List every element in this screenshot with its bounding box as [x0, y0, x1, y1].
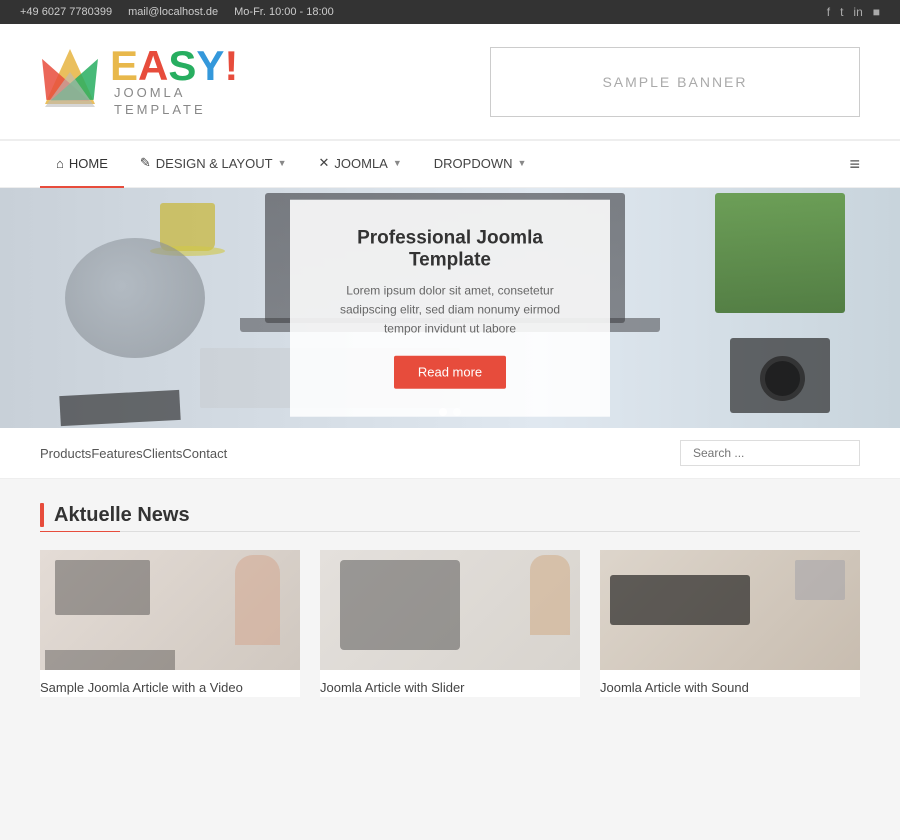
dropdown-arrow-3: ▼	[518, 158, 527, 168]
site-header: EASY! JOOMLA TEMPLATE SAMPLE BANNER	[0, 24, 900, 140]
news-title-bar	[40, 503, 44, 527]
logo-letter-y: Y	[196, 42, 224, 89]
home-icon: ⌂	[56, 156, 64, 171]
news-card-2-title: Joomla Article with Slider	[320, 670, 580, 697]
news-card-1-title: Sample Joomla Article with a Video	[40, 670, 300, 697]
logo-subtitle: JOOMLA TEMPLATE	[114, 85, 238, 119]
logo-letter-a: A	[138, 42, 168, 89]
sample-banner: SAMPLE BANNER	[490, 47, 860, 117]
secondary-nav: Products Features Clients Contact	[0, 428, 900, 479]
main-navbar: ⌂ HOME ✎ DESIGN & LAYOUT ▼ ✕ JOOMLA ▼ DR…	[0, 140, 900, 188]
news-section: Aktuelle News Sample Joomla Article with…	[0, 479, 900, 717]
nav-item-home[interactable]: ⌂ HOME	[40, 140, 124, 188]
hero-text: Lorem ipsum dolor sit amet, consetetur s…	[330, 282, 570, 340]
nav-items: ⌂ HOME ✎ DESIGN & LAYOUT ▼ ✕ JOOMLA ▼ DR…	[40, 140, 542, 188]
logo-letter-s: S	[168, 42, 196, 89]
linkedin-icon[interactable]: in	[853, 5, 862, 19]
news-card-1: Sample Joomla Article with a Video	[40, 550, 300, 697]
news-card-3-title: Joomla Article with Sound	[600, 670, 860, 697]
logo-exclaim: !	[224, 42, 238, 89]
topbar-hours: Mo-Fr. 10:00 - 18:00	[234, 6, 334, 18]
topbar-contact: +49 6027 7780399 mail@localhost.de Mo-Fr…	[20, 6, 334, 18]
link-features[interactable]: Features	[91, 446, 142, 461]
logo-letter-e: E	[110, 42, 138, 89]
secondary-links: Products Features Clients Contact	[40, 446, 227, 461]
nav-item-dropdown[interactable]: DROPDOWN ▼	[418, 140, 543, 188]
search-input[interactable]	[680, 440, 860, 466]
hero-title: Professional Joomla Template	[330, 228, 570, 272]
hamburger-menu[interactable]: ≡	[849, 154, 860, 175]
logo[interactable]: EASY! JOOMLA TEMPLATE	[40, 44, 238, 119]
hero-slider: Professional Joomla Template Lorem ipsum…	[0, 188, 900, 428]
topbar-email: mail@localhost.de	[128, 6, 218, 18]
nav-item-joomla[interactable]: ✕ JOOMLA ▼	[302, 140, 417, 188]
rss-icon[interactable]: ■	[873, 5, 880, 19]
dropdown-arrow-1: ▼	[278, 158, 287, 168]
hero-card: Professional Joomla Template Lorem ipsum…	[290, 200, 610, 417]
facebook-icon[interactable]: f	[827, 5, 830, 19]
brush-icon: ✎	[140, 155, 151, 171]
news-card-2: Joomla Article with Slider	[320, 550, 580, 697]
dropdown-arrow-2: ▼	[393, 158, 402, 168]
twitter-icon[interactable]: t	[840, 5, 843, 19]
link-contact[interactable]: Contact	[182, 446, 227, 461]
logo-icon	[40, 44, 100, 119]
read-more-button[interactable]: Read more	[394, 355, 506, 388]
topbar-phone: +49 6027 7780399	[20, 6, 112, 18]
link-clients[interactable]: Clients	[143, 446, 183, 461]
topbar-social: f t in ■	[827, 5, 880, 19]
topbar: +49 6027 7780399 mail@localhost.de Mo-Fr…	[0, 0, 900, 24]
news-section-title: Aktuelle News	[54, 504, 190, 527]
news-card-3: Joomla Article with Sound	[600, 550, 860, 697]
joomla-icon: ✕	[318, 155, 329, 171]
link-products[interactable]: Products	[40, 446, 91, 461]
logo-text: EASY!	[110, 45, 238, 87]
news-title-underline	[40, 531, 860, 532]
news-grid: Sample Joomla Article with a Video Jooml…	[40, 550, 860, 697]
nav-item-design[interactable]: ✎ DESIGN & LAYOUT ▼	[124, 140, 303, 188]
